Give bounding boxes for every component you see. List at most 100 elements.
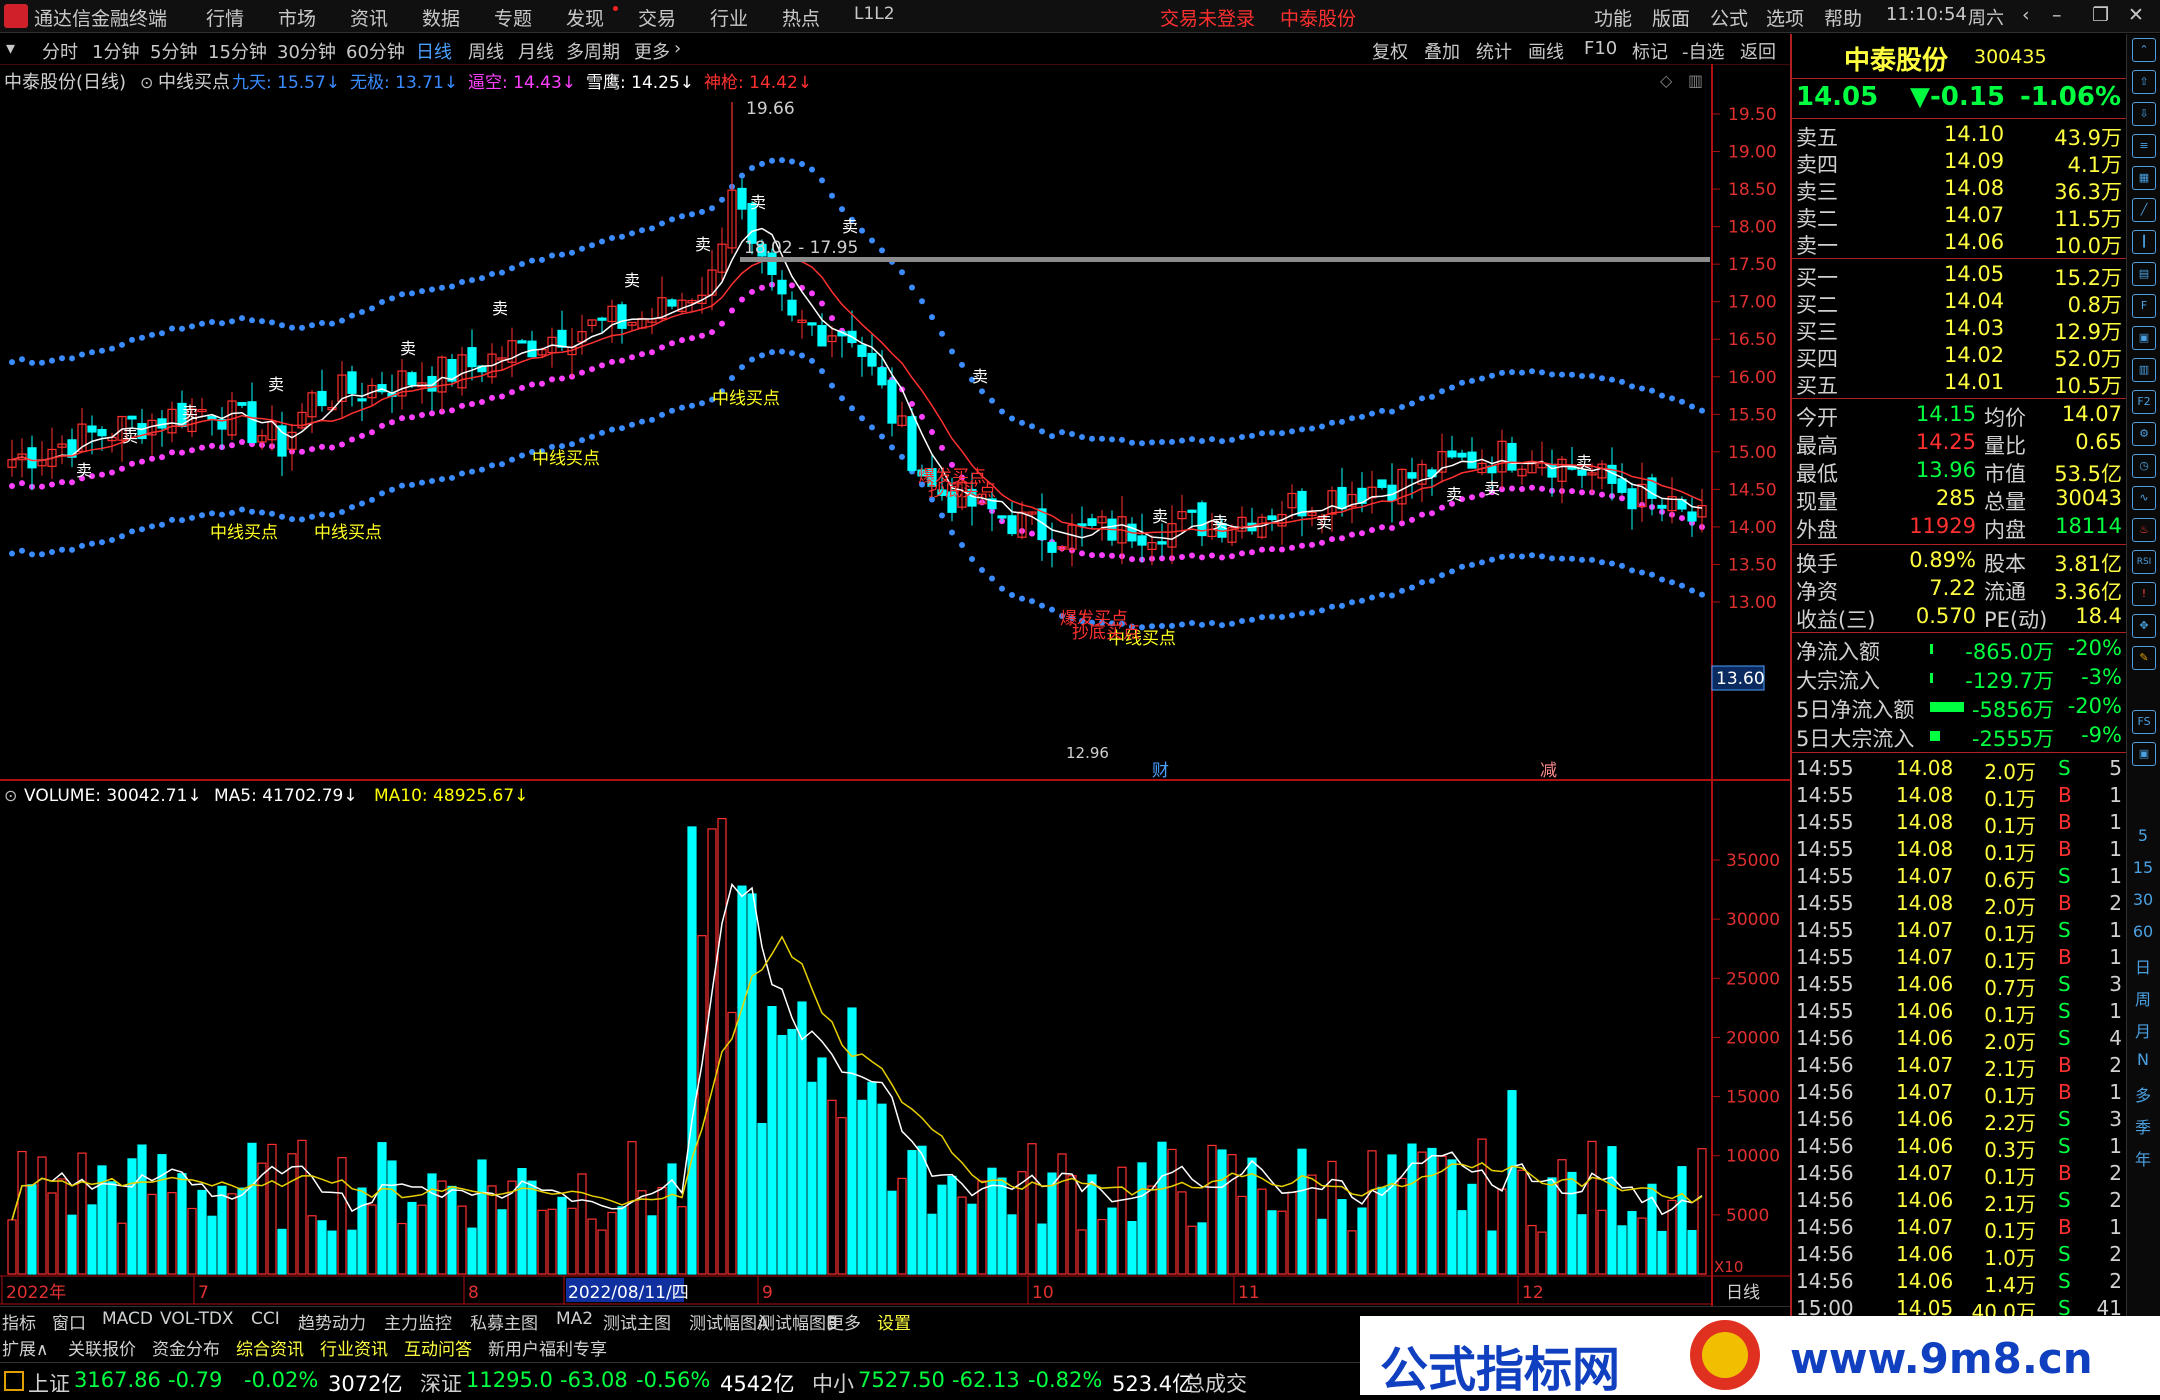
ask-price[interactable]: 14.09 [1944, 149, 2004, 173]
period-tab-daily[interactable]: 日线 [416, 38, 452, 64]
sidebar-period-2[interactable]: 30 [2131, 890, 2155, 909]
menu-item-trade[interactable]: 交易 [638, 4, 676, 31]
menu-item-news[interactable]: 资讯 [350, 4, 388, 31]
extension-tab-4[interactable]: 行业资讯 [320, 1335, 388, 1360]
event-marker-reduce[interactable]: 减 [1540, 761, 1557, 781]
sidebar-pen-icon[interactable]: ✎ [2132, 646, 2156, 670]
sidebar-rsi-icon[interactable]: RSI [2132, 550, 2156, 574]
indicator-tab-2[interactable]: MACD [102, 1309, 153, 1329]
extension-tab-2[interactable]: 资金分布 [152, 1335, 220, 1360]
sidebar-up2-icon[interactable]: ⇧ [2132, 70, 2156, 94]
bid-price[interactable]: 14.01 [1944, 370, 2004, 394]
sidebar-period-8[interactable]: 多 [2131, 1082, 2155, 1106]
sidebar-period-1[interactable]: 15 [2131, 858, 2155, 877]
indicator-tab-12[interactable]: 更多 [827, 1309, 861, 1334]
bid-price[interactable]: 14.02 [1944, 343, 2004, 367]
menu-item-l1l2[interactable]: L1L2 [854, 4, 895, 24]
sidebar-line-icon[interactable]: ╱ [2132, 198, 2156, 222]
sidebar-table-icon[interactable]: ▤ [2132, 262, 2156, 286]
tool-overlay[interactable]: 叠加 [1424, 38, 1460, 64]
menu-item-quotes[interactable]: 行情 [206, 4, 244, 31]
tool-mark[interactable]: 标记 [1632, 38, 1668, 64]
menu-item-topics[interactable]: 专题 [494, 4, 532, 31]
sidebar-period-3[interactable]: 60 [2131, 922, 2155, 941]
extension-tab-6[interactable]: 新用户福利专享 [488, 1335, 607, 1360]
sidebar-period-9[interactable]: 季 [2131, 1114, 2155, 1138]
ask-price[interactable]: 14.06 [1944, 230, 2004, 254]
sidebar-period-7[interactable]: N [2131, 1050, 2155, 1069]
sidebar-settings-icon[interactable]: ⚙ [2132, 422, 2156, 446]
extension-tab-1[interactable]: 关联报价 [68, 1335, 136, 1360]
extension-tab-0[interactable]: 扩展∧ [2, 1335, 48, 1360]
sidebar-camera-icon[interactable]: ▣ [2132, 742, 2156, 766]
sidebar-alert-icon[interactable]: ! [2132, 582, 2156, 606]
period-tab-1min[interactable]: 1分钟 [92, 38, 139, 64]
tool-remove-favorite[interactable]: -自选 [1682, 38, 1725, 64]
ask-price[interactable]: 14.07 [1944, 203, 2004, 227]
menu-item-market[interactable]: 市场 [278, 4, 316, 31]
menu-item-hot[interactable]: 热点 [782, 4, 820, 31]
sidebar-grid-icon[interactable]: ▦ [2132, 166, 2156, 190]
sidebar-period-4[interactable]: 日 [2131, 954, 2155, 978]
indicator-tab-4[interactable]: CCI [251, 1309, 280, 1329]
period-tab-60min[interactable]: 60分钟 [346, 38, 405, 64]
period-tab-5min[interactable]: 5分钟 [150, 38, 197, 64]
period-tab-timeshare[interactable]: 分时 [42, 38, 78, 64]
minimize-icon[interactable]: – [2052, 4, 2062, 26]
indicator-formula-name[interactable]: 中线买点 [158, 72, 230, 93]
indicator-tab-6[interactable]: 主力监控 [384, 1309, 452, 1334]
indicator-tab-9[interactable]: 测试主图 [603, 1309, 671, 1334]
indicator-tab-0[interactable]: 指标 [2, 1309, 36, 1334]
bid-price[interactable]: 14.04 [1944, 289, 2004, 313]
chevron-right-icon[interactable]: › [674, 38, 681, 59]
restore-icon[interactable]: ❐ [2092, 4, 2109, 26]
tool-adjust[interactable]: 复权 [1372, 38, 1408, 64]
extension-tab-5[interactable]: 互动问答 [404, 1335, 472, 1360]
indicator-tab-5[interactable]: 趋势动力 [298, 1309, 366, 1334]
sidebar-down-icon[interactable]: ⇩ [2132, 102, 2156, 126]
ask-price[interactable]: 14.10 [1944, 122, 2004, 146]
menu-item-discover[interactable]: 发现 [566, 4, 604, 31]
extension-tab-3[interactable]: 综合资讯 [236, 1335, 304, 1360]
bid-price[interactable]: 14.05 [1944, 262, 2004, 286]
sidebar-move-icon[interactable]: ✥ [2132, 614, 2156, 638]
sidebar-period-10[interactable]: 年 [2131, 1146, 2155, 1170]
sidebar-list-icon[interactable]: ≡ [2132, 134, 2156, 158]
panel-toggle-icon[interactable]: ▥ [1688, 71, 1703, 90]
menu-item-data[interactable]: 数据 [422, 4, 460, 31]
menu-item-industry[interactable]: 行业 [710, 4, 748, 31]
sidebar-clock-icon[interactable]: ◷ [2132, 454, 2156, 478]
volume-panel-icon[interactable]: ⊙ [4, 786, 17, 805]
indicator-tab-10[interactable]: 测试幅图A [689, 1309, 769, 1334]
menu-item-function[interactable]: 功能 [1594, 4, 1632, 31]
period-tab-15min[interactable]: 15分钟 [208, 38, 267, 64]
indicator-tab-8[interactable]: MA2 [556, 1309, 593, 1329]
period-tab-weekly[interactable]: 周线 [468, 38, 504, 64]
back-arrow-icon[interactable]: ‹ [2022, 4, 2030, 26]
period-tab-multi[interactable]: 多周期 [566, 38, 620, 64]
event-marker-finance[interactable]: 财 [1152, 761, 1169, 781]
menu-item-formula[interactable]: 公式 [1710, 4, 1748, 31]
sidebar-fs-icon[interactable]: FS [2132, 710, 2156, 734]
bid-price[interactable]: 14.03 [1944, 316, 2004, 340]
indicator-tab-7[interactable]: 私募主图 [470, 1309, 538, 1334]
sidebar-f2-icon[interactable]: F2 [2132, 390, 2156, 414]
tool-draw[interactable]: 画线 [1528, 38, 1564, 64]
sidebar-chart-icon[interactable]: ▣ [2132, 326, 2156, 350]
sidebar-period-5[interactable]: 周 [2131, 986, 2155, 1010]
sidebar-up-icon[interactable]: ⌃ [2132, 38, 2156, 62]
period-tab-more[interactable]: 更多 [634, 38, 670, 64]
tool-stats[interactable]: 统计 [1476, 38, 1512, 64]
indicator-tab-13[interactable]: 设置 [877, 1309, 911, 1334]
ask-price[interactable]: 14.08 [1944, 176, 2004, 200]
login-status[interactable]: 交易未登录 [1160, 4, 1255, 31]
indicator-tab-1[interactable]: 窗口 [52, 1309, 86, 1334]
chevron-down-icon[interactable]: ▾ [6, 38, 15, 59]
diamond-icon[interactable]: ◇ [1660, 71, 1673, 90]
sidebar-fund-icon[interactable]: F [2132, 294, 2156, 318]
status-index-name[interactable]: 中小 [812, 1368, 854, 1398]
close-icon[interactable]: ✕ [2128, 4, 2144, 26]
menu-item-options[interactable]: 选项 [1766, 4, 1804, 31]
tool-back[interactable]: 返回 [1740, 38, 1776, 64]
tool-f10[interactable]: F10 [1584, 38, 1617, 59]
